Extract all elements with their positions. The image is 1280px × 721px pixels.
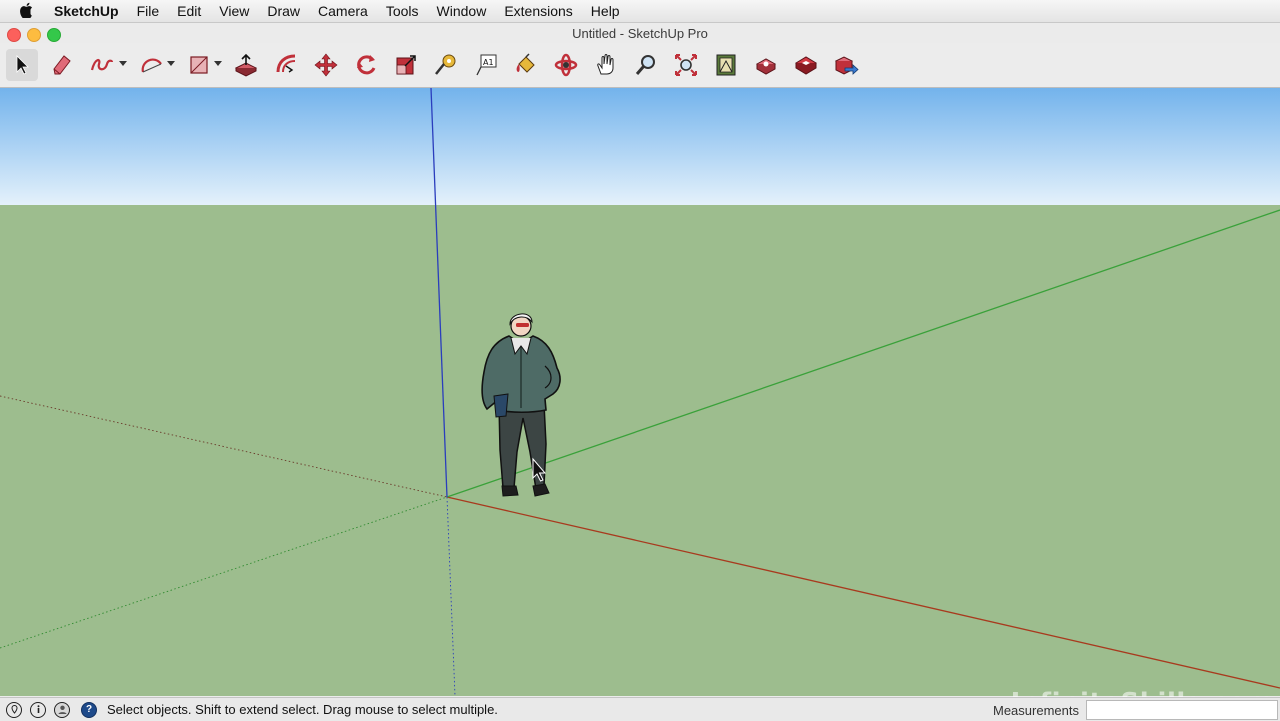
status-bar: ? Select objects. Shift to extend select… bbox=[0, 697, 1280, 721]
scene-canvas[interactable] bbox=[0, 88, 1280, 696]
scale-icon bbox=[396, 55, 416, 75]
offset-icon bbox=[276, 54, 296, 73]
move-tool-button[interactable] bbox=[310, 49, 342, 81]
rotate-icon bbox=[357, 55, 376, 75]
sky bbox=[0, 88, 1280, 205]
geolocation-icon[interactable] bbox=[6, 702, 22, 718]
menu-draw[interactable]: Draw bbox=[259, 0, 310, 22]
zoom-extents-icon bbox=[675, 54, 697, 76]
tape-measure-icon bbox=[435, 54, 456, 75]
paint-bucket-icon bbox=[516, 53, 535, 73]
magnifier-icon bbox=[635, 55, 655, 75]
user-account-icon[interactable] bbox=[54, 702, 70, 718]
components-icon bbox=[795, 56, 817, 75]
figure-book bbox=[493, 393, 509, 418]
window-title: Untitled - SketchUp Pro bbox=[572, 26, 708, 41]
menu-file[interactable]: File bbox=[129, 0, 170, 22]
pan-tool-button[interactable] bbox=[590, 49, 622, 81]
help-question-icon[interactable]: ? bbox=[81, 702, 97, 718]
move-arrows-icon bbox=[314, 53, 338, 77]
menu-edit[interactable]: Edit bbox=[169, 0, 211, 22]
warehouse-tool-button[interactable] bbox=[710, 49, 742, 81]
eraser-icon bbox=[53, 55, 71, 75]
hand-icon bbox=[597, 54, 614, 75]
menu-window[interactable]: Window bbox=[429, 0, 497, 22]
freehand-curve-icon bbox=[90, 58, 114, 71]
select-tool-button[interactable] bbox=[6, 49, 38, 81]
arc-tool-button[interactable] bbox=[136, 49, 168, 81]
menu-view[interactable]: View bbox=[211, 0, 259, 22]
menu-help[interactable]: Help bbox=[583, 0, 630, 22]
zoom-tool-button[interactable] bbox=[630, 49, 662, 81]
menu-tools[interactable]: Tools bbox=[378, 0, 429, 22]
push-pull-icon bbox=[234, 53, 258, 77]
orbit-icon bbox=[554, 53, 578, 77]
paint-bucket-tool-button[interactable] bbox=[510, 49, 542, 81]
rectangle-icon bbox=[190, 56, 208, 74]
arc-dropdown-icon[interactable] bbox=[167, 61, 175, 66]
rectangle-tool-button[interactable] bbox=[183, 49, 215, 81]
offset-tool-button[interactable] bbox=[270, 49, 302, 81]
tape-measure-tool-button[interactable] bbox=[430, 49, 462, 81]
scale-tool-button[interactable] bbox=[390, 49, 422, 81]
menu-bar: SketchUp File Edit View Draw Camera Tool… bbox=[0, 0, 1280, 23]
menu-app-name[interactable]: SketchUp bbox=[54, 0, 129, 22]
freehand-dropdown-icon[interactable] bbox=[119, 61, 127, 66]
svg-text:A1: A1 bbox=[483, 58, 494, 67]
push-pull-tool-button[interactable] bbox=[230, 49, 262, 81]
orbit-tool-button[interactable] bbox=[550, 49, 582, 81]
apple-menu-icon[interactable] bbox=[0, 2, 54, 21]
freehand-tool-button[interactable] bbox=[86, 49, 118, 81]
arc-icon bbox=[141, 58, 162, 73]
ground-plane bbox=[0, 205, 1280, 696]
arrow-cursor-icon bbox=[16, 55, 29, 75]
credits-info-icon[interactable] bbox=[30, 702, 46, 718]
figure-left-shoe bbox=[501, 485, 519, 497]
extension-warehouse-tool-button[interactable] bbox=[750, 49, 782, 81]
status-message: Select objects. Shift to extend select. … bbox=[107, 702, 498, 717]
main-toolbar: A1 bbox=[0, 43, 1280, 88]
text-icon: A1 bbox=[476, 54, 497, 76]
rectangle-dropdown-icon[interactable] bbox=[214, 61, 222, 66]
rotate-tool-button[interactable] bbox=[350, 49, 382, 81]
share-model-tool-button[interactable] bbox=[830, 49, 862, 81]
measurements-label: Measurements bbox=[993, 703, 1079, 718]
warehouse-icon bbox=[716, 54, 736, 76]
menu-camera[interactable]: Camera bbox=[310, 0, 378, 22]
components-tool-button[interactable] bbox=[790, 49, 822, 81]
eraser-tool-button[interactable] bbox=[46, 49, 78, 81]
measurements-input[interactable] bbox=[1086, 700, 1278, 720]
extension-warehouse-icon bbox=[755, 58, 777, 75]
window-title-bar: Untitled - SketchUp Pro bbox=[0, 23, 1280, 43]
share-model-icon bbox=[834, 56, 859, 75]
zoom-extents-tool-button[interactable] bbox=[670, 49, 702, 81]
menu-extensions[interactable]: Extensions bbox=[496, 0, 582, 22]
text-tool-button[interactable]: A1 bbox=[470, 49, 502, 81]
modeling-viewport[interactable] bbox=[0, 88, 1280, 696]
